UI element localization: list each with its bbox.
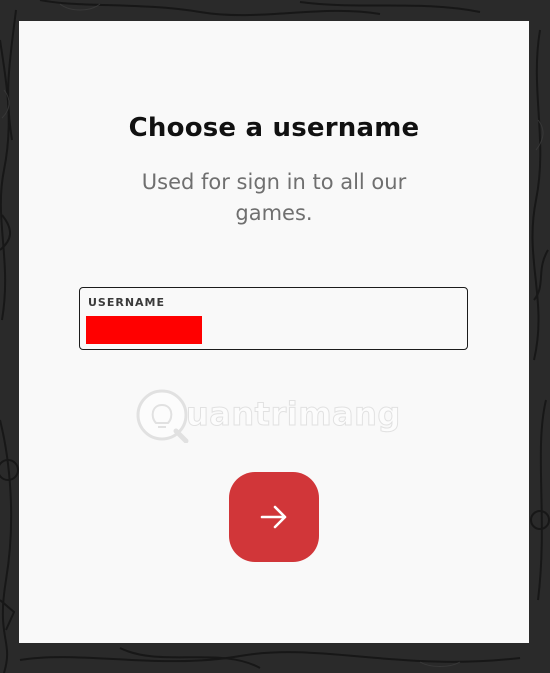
watermark-logo: uantrimang [134, 379, 414, 449]
arrow-right-icon [260, 505, 287, 529]
dialog-title: Choose a username [128, 113, 420, 143]
username-field-label: USERNAME [88, 296, 166, 309]
username-value-redaction [86, 316, 202, 344]
username-field[interactable]: USERNAME [79, 287, 468, 350]
watermark-text: uantrimang [186, 395, 401, 434]
username-dialog: Choose a username Used for sign in to al… [19, 21, 529, 643]
next-button[interactable] [229, 472, 319, 562]
dialog-subtitle: Used for sign in to all our games. [141, 170, 407, 225]
lightbulb-icon [136, 389, 189, 443]
